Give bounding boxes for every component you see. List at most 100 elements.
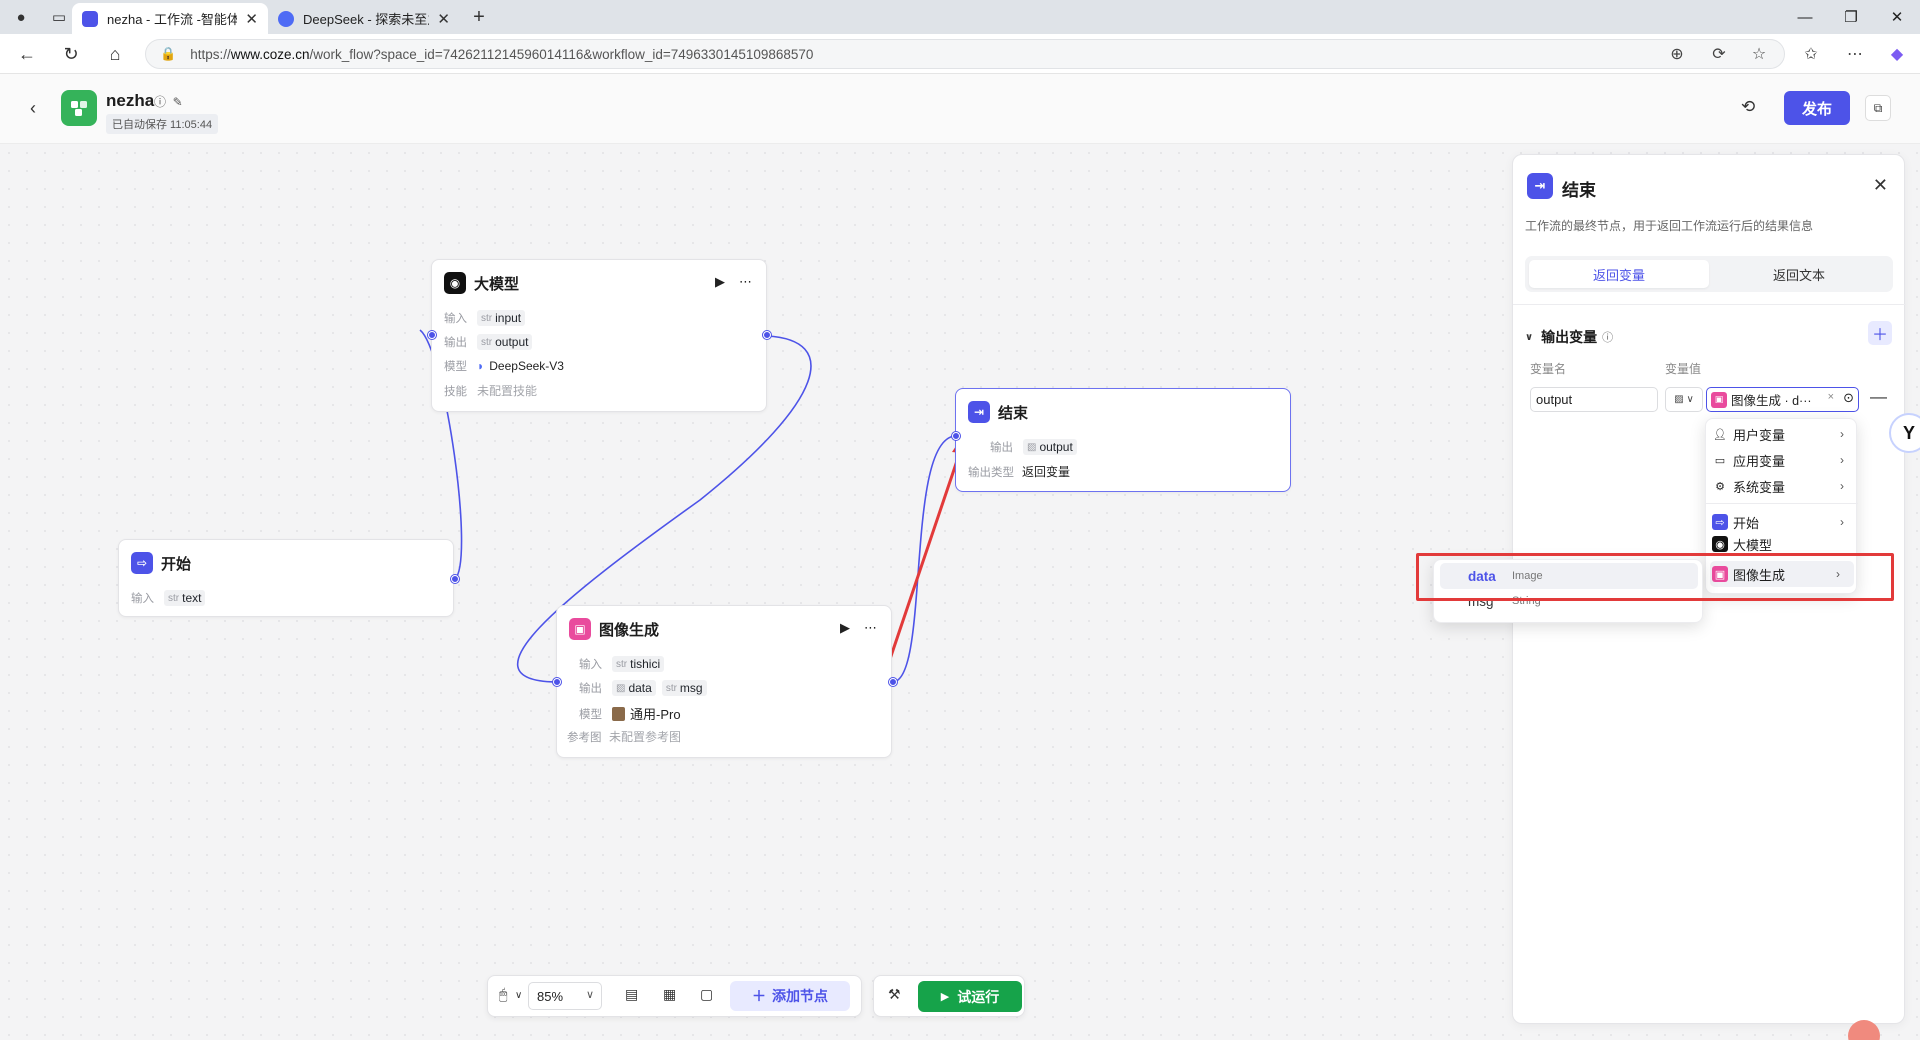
zoom-icon[interactable]: ⊕: [1664, 41, 1690, 67]
home-icon[interactable]: ⌂: [102, 41, 128, 67]
output-label: 输出: [990, 442, 1013, 454]
tab-return-text[interactable]: 返回文本: [1709, 260, 1889, 288]
output-tag: ▨ output: [1023, 439, 1077, 455]
chevron-right-icon: ›: [1840, 515, 1844, 529]
node-end[interactable]: ⇥ 结束 输出 ▨ output 输出类型 返回变量: [955, 388, 1291, 492]
skill-value: 未配置技能: [477, 384, 538, 398]
reload-icon[interactable]: ↻: [58, 41, 84, 67]
start-node-icon: ⇨: [1712, 514, 1728, 530]
tab-title: DeepSeek - 探索未至之境: [303, 12, 429, 27]
minimap-icon[interactable]: ▢: [700, 986, 713, 1003]
return-mode-segmented: 返回变量 返回文本: [1525, 256, 1893, 292]
tab-actions-icon[interactable]: ▭: [48, 6, 70, 28]
start-node-icon: ⇨: [131, 552, 153, 574]
menu-separator: [1706, 503, 1858, 504]
info-icon[interactable]: ⓘ: [1602, 329, 1613, 345]
run-node-icon[interactable]: ▶: [840, 620, 850, 636]
node-more-icon[interactable]: ⋯: [864, 620, 877, 636]
node-start[interactable]: ⇨ 开始 输入 str text: [118, 539, 454, 617]
image-node-output-submenu: data Image msg String: [1433, 559, 1703, 623]
folder-icon: ▭: [1714, 454, 1726, 467]
copilot-icon[interactable]: ◆: [1884, 41, 1910, 67]
node-llm[interactable]: ◉ 大模型 ▶ ⋯ 输入 str input 输出 str output 模型 ◗ Deep…: [431, 259, 767, 412]
image-node-icon: ▣: [569, 618, 591, 640]
variable-name-input[interactable]: output: [1530, 387, 1658, 412]
end-input-port[interactable]: [952, 432, 960, 440]
layout-icon[interactable]: ▦: [663, 986, 676, 1003]
wrench-icon[interactable]: ⚒: [888, 986, 901, 1003]
close-icon[interactable]: ✕: [1873, 175, 1888, 196]
url-host: www.coze.cn: [230, 46, 310, 62]
add-node-button[interactable]: ＋ 添加节点: [730, 981, 850, 1011]
test-run-button[interactable]: ▶ 试运行: [918, 981, 1022, 1012]
input-label: 输入: [444, 313, 467, 325]
menu-item-app-variables[interactable]: ▭ 应用变量 ›: [1712, 447, 1844, 473]
url-prefix: https://: [190, 46, 231, 62]
run-node-icon[interactable]: ▶: [715, 274, 725, 290]
comment-icon[interactable]: ▤: [625, 986, 638, 1003]
target-icon[interactable]: ⊙: [1843, 390, 1854, 406]
back-arrow-icon[interactable]: ‹: [30, 98, 36, 119]
remove-variable-icon[interactable]: —: [1870, 387, 1887, 407]
submenu-item-data[interactable]: data Image: [1440, 563, 1698, 589]
close-tab-icon[interactable]: ✕: [437, 10, 450, 28]
output-variables-section[interactable]: ∨ 输出变量 ⓘ: [1525, 327, 1613, 347]
divider: [1513, 304, 1906, 305]
mouse-mode-icon[interactable]: 🖱︎: [499, 986, 507, 1003]
close-tab-icon[interactable]: ✕: [245, 10, 258, 28]
llm-output-port[interactable]: [763, 331, 771, 339]
canvas-toolbar: 🖱︎ ∨ 85% ∨ ▤ ▦ ▢ ＋ 添加节点: [487, 975, 862, 1017]
model-value: 通用-Pro: [630, 707, 681, 722]
autosave-status: 已自动保存 11:05:44: [106, 114, 219, 134]
tab-nezha[interactable]: nezha - 工作流 -智能体平台 ✕: [72, 3, 268, 34]
image-type-icon: ▨: [1674, 394, 1684, 405]
profile-icon[interactable]: ●: [10, 6, 32, 28]
app-name: nezha: [106, 91, 155, 110]
url-input[interactable]: 🔒 https://www.coze.cn/work_flow?space_id…: [145, 39, 1785, 69]
menu-item-user-variables[interactable]: 👤︎ 用户变量 ›: [1712, 421, 1844, 447]
chevron-right-icon: ›: [1840, 453, 1844, 467]
menu-item-llm-node[interactable]: ◉大模型›: [1712, 535, 1772, 553]
skill-label: 技能: [444, 385, 467, 398]
menu-item-start-node[interactable]: ⇨ 开始 ›: [1712, 509, 1844, 535]
start-output-port[interactable]: [451, 575, 459, 583]
zoom-select[interactable]: 85% ∨: [528, 982, 602, 1010]
node-more-icon[interactable]: ⋯: [739, 274, 752, 290]
tab-return-variable[interactable]: 返回变量: [1529, 260, 1709, 288]
window-close-icon[interactable]: ✕: [1874, 0, 1920, 34]
end-node-icon: ⇥: [968, 401, 990, 423]
add-variable-button[interactable]: ＋: [1868, 321, 1892, 345]
info-edit-icons[interactable]: ⓘ ✎: [154, 93, 183, 110]
variable-value-select[interactable]: ▣ 图像生成 · d··· × ⊙: [1706, 387, 1859, 412]
translate-icon[interactable]: ⟳: [1706, 41, 1732, 67]
menu-item-system-variables[interactable]: ⚙ 系统变量 ›: [1712, 473, 1844, 499]
user-icon: 👤︎: [1713, 428, 1727, 441]
tab-deepseek[interactable]: DeepSeek - 探索未至之境 ✕: [268, 3, 460, 34]
history-icon[interactable]: ⟲: [1741, 97, 1755, 117]
submenu-item-msg[interactable]: msg String: [1440, 591, 1541, 611]
favorites-bar-icon[interactable]: ✩: [1798, 41, 1824, 67]
copy-icon[interactable]: ⧉: [1865, 95, 1891, 121]
ref-label: 参考图: [567, 731, 602, 744]
input-tag: str text: [164, 590, 206, 606]
more-icon[interactable]: ⋯: [1842, 41, 1868, 67]
address-bar: ← ↻ ⌂ 🔒 https://www.coze.cn/work_flow?sp…: [0, 34, 1920, 74]
restore-icon[interactable]: ❐: [1828, 0, 1874, 34]
minimize-icon[interactable]: —: [1782, 0, 1828, 34]
zoom-value: 85%: [537, 988, 564, 1004]
image-input-port[interactable]: [553, 678, 561, 686]
menu-item-image-node[interactable]: ▣ 图像生成 ›: [1710, 561, 1854, 587]
tab-title: nezha - 工作流 -智能体平台: [107, 12, 238, 27]
llm-input-port[interactable]: [428, 331, 436, 339]
image-output-port[interactable]: [889, 678, 897, 686]
mouse-mode-chevron-icon[interactable]: ∨: [515, 990, 522, 1001]
node-image-generation[interactable]: ▣ 图像生成 ▶ ⋯ 输入 str tishici 输出 ▨ data str msg 模型…: [556, 605, 892, 758]
image-node-icon: ▣: [1711, 391, 1727, 408]
favorite-icon[interactable]: ☆: [1746, 41, 1772, 67]
clear-icon[interactable]: ×: [1828, 391, 1834, 403]
new-tab-icon[interactable]: +: [468, 6, 490, 28]
back-icon[interactable]: ←: [14, 41, 40, 67]
gear-icon: ⚙: [1715, 480, 1725, 493]
publish-button[interactable]: 发布: [1784, 91, 1850, 125]
variable-type-select[interactable]: ▨ ∨: [1665, 387, 1703, 412]
